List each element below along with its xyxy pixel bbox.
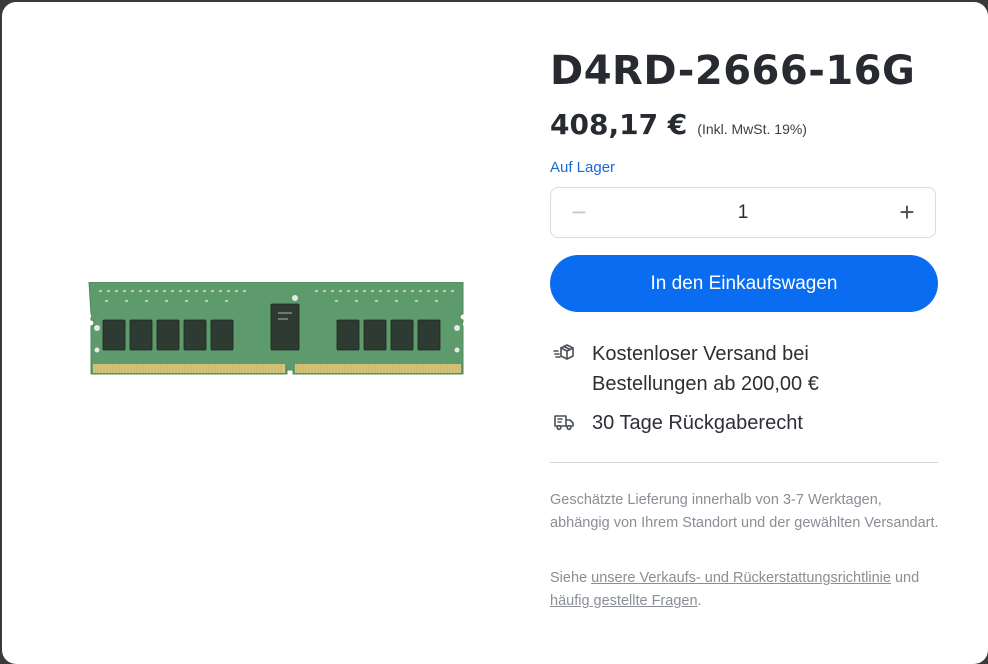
product-title: D4RD-2666-16G — [550, 48, 916, 94]
quantity-input[interactable]: 1 — [738, 202, 749, 224]
refund-policy-link[interactable]: unsere Verkaufs- und Rückerstattungsrich… — [591, 570, 891, 586]
policy-note: Siehe unsere Verkaufs- und Rückerstattun… — [550, 567, 940, 613]
product-image — [88, 282, 464, 375]
price-row: 408,17 € (Inkl. MwSt. 19%) — [550, 108, 807, 141]
decrease-quantity-button[interactable]: − — [551, 188, 607, 237]
product-card: D4RD-2666-16G 408,17 € (Inkl. MwSt. 19%)… — [2, 2, 988, 664]
returns-text: 30 Tage Rückgaberecht — [592, 412, 803, 434]
tax-note: (Inkl. MwSt. 19%) — [697, 121, 807, 137]
returns-feature: 30 Tage Rückgaberecht — [550, 408, 922, 438]
free-shipping-text: Kostenloser Versand bei Bestellungen ab … — [592, 343, 819, 395]
divider — [550, 462, 938, 463]
add-to-cart-button[interactable]: In den Einkaufswagen — [550, 255, 938, 312]
product-image-area — [2, 2, 550, 663]
stock-status: Auf Lager — [550, 159, 616, 176]
policy-prefix: Siehe — [550, 570, 592, 586]
truck-icon — [550, 408, 578, 436]
box-icon — [550, 339, 578, 367]
quantity-stepper: − 1 + — [550, 187, 936, 238]
policy-middle: und — [890, 570, 920, 586]
faq-link[interactable]: häufig gestellte Fragen — [550, 593, 698, 609]
product-price: 408,17 € — [550, 108, 688, 141]
policy-suffix: . — [697, 593, 702, 609]
free-shipping-feature: Kostenloser Versand bei Bestellungen ab … — [550, 339, 922, 399]
delivery-estimate: Geschätzte Lieferung innerhalb von 3-7 W… — [550, 492, 939, 531]
increase-quantity-button[interactable]: + — [879, 188, 935, 237]
